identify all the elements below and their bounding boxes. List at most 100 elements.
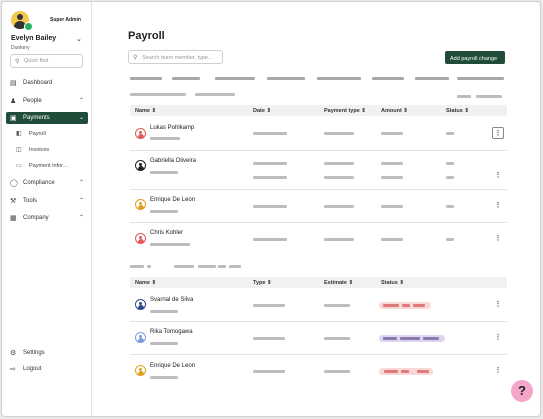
sidebar-item-payments[interactable]: ▣ Payments ⌄ [6, 112, 88, 124]
search-icon: ⚲ [133, 55, 138, 61]
filter-placeholder[interactable] [215, 77, 255, 80]
sidebar-item-label: Company [23, 215, 49, 221]
more-options-icon[interactable]: ⋮ [492, 170, 504, 182]
column-header-date[interactable]: Date ⇕ [253, 108, 271, 114]
user-avatar-icon [135, 299, 146, 310]
column-header-estimate[interactable]: Estimate ⇕ [324, 280, 353, 286]
employee-name: Gabriella Oliveira [150, 158, 197, 164]
table-row[interactable]: Rika Tomogawa ⋮ [130, 322, 507, 355]
table-row[interactable]: Svarnal de Silva ⋮ [130, 289, 507, 322]
table-header: Name ⇕ Type ⇕ Estimate ⇕ Status ⇕ [130, 277, 507, 288]
section-label-placeholder [174, 265, 194, 268]
sidebar-subitem-payment-info[interactable]: ▭ Payment infor… [12, 160, 88, 171]
user-avatar-icon [135, 160, 146, 171]
sidebar-item-tools[interactable]: ⚒ Tools ⌃ [6, 195, 88, 207]
more-options-icon[interactable]: ⋮ [492, 127, 504, 139]
page-title: Payroll [128, 30, 165, 42]
table-row[interactable]: Gabriella Oliveira ⋮ [130, 151, 507, 190]
column-header-payment-type[interactable]: Payment type ⇕ [324, 108, 366, 114]
chevron-down-icon: ⌄ [78, 115, 84, 121]
filter-placeholder[interactable] [172, 77, 200, 80]
sidebar-subitem-label: Payment infor… [29, 163, 69, 169]
quick-find-input[interactable]: ⚲ Quick find [10, 54, 83, 68]
chevron-up-icon: ⌃ [78, 98, 84, 104]
online-status-icon [24, 22, 33, 31]
status-badge [379, 335, 445, 342]
sidebar-subitem-invoices[interactable]: ◫ Invoices [12, 144, 88, 155]
section-label-placeholder [229, 265, 241, 268]
employee-name: Lukas Pohlkamp [150, 125, 195, 131]
folder-icon: ▭ [16, 163, 22, 169]
sidebar-item-label: Settings [23, 350, 45, 356]
user-avatar-icon [135, 365, 146, 376]
column-header-amount[interactable]: Amount ⇕ [381, 108, 408, 114]
add-payroll-change-button[interactable]: Add payroll change [445, 51, 505, 64]
more-options-icon[interactable]: ⋮ [492, 365, 504, 377]
column-header-status[interactable]: Status ⇕ [381, 280, 404, 286]
column-header-type[interactable]: Type ⇕ [253, 280, 272, 286]
section-label-placeholder [198, 265, 216, 268]
section-action-placeholder[interactable] [476, 95, 502, 98]
table-row[interactable]: Enrique De Leon ⋮ [130, 190, 507, 223]
user-avatar-icon [135, 128, 146, 139]
sidebar-subitem-label: Invoices [29, 147, 50, 153]
more-options-icon[interactable]: ⋮ [492, 233, 504, 245]
user-company: Dunkery [11, 45, 30, 51]
app-window: Super Admin Evelyn Bailey ⌄ Dunkery ⚲ Qu… [1, 1, 541, 417]
search-placeholder: Search team member, type... [142, 54, 213, 61]
table-header: Name ⇕ Date ⇕ Payment type ⇕ Amount ⇕ St… [130, 105, 507, 116]
filter-placeholder[interactable] [415, 77, 449, 80]
invoice-icon: ◫ [16, 147, 22, 153]
dashboard-icon: ▤ [10, 80, 17, 87]
sidebar-item-compliance[interactable]: ◯ Compliance ⌃ [6, 177, 88, 189]
table-row[interactable]: Lukas Pohlkamp ⋮ [130, 117, 507, 151]
sidebar-subitem-payroll[interactable]: ◧ Payroll [12, 128, 88, 139]
section-label-placeholder [130, 265, 144, 268]
sidebar-item-people[interactable]: ♟ People ⌃ [6, 95, 88, 107]
search-input[interactable]: ⚲ Search team member, type... [128, 50, 223, 64]
filter-placeholder[interactable] [130, 77, 162, 80]
sidebar-item-label: Logout [23, 366, 42, 372]
filter-placeholder[interactable] [457, 77, 504, 80]
section-label-placeholder [130, 93, 186, 96]
employee-name: Enrique De Leon [150, 197, 196, 203]
sidebar-item-label: People [23, 98, 42, 104]
sidebar-item-settings[interactable]: ⚙ Settings [6, 347, 88, 359]
employee-name: Rika Tomogawa [150, 329, 193, 335]
section-label-placeholder [218, 265, 226, 268]
more-options-icon[interactable]: ⋮ [492, 299, 504, 311]
user-avatar[interactable] [11, 11, 33, 31]
sidebar-item-company[interactable]: ▦ Company ⌃ [6, 212, 88, 224]
sidebar-item-logout[interactable]: ⇨ Logout [6, 363, 88, 375]
filter-placeholder[interactable] [317, 77, 361, 80]
tools-icon: ⚒ [10, 198, 17, 205]
status-badge [379, 302, 431, 309]
filter-placeholder[interactable] [372, 77, 404, 80]
employee-name: Chris Kohler [150, 230, 184, 236]
column-header-name[interactable]: Name ⇕ [135, 108, 156, 114]
status-badge [379, 368, 433, 375]
building-icon: ▦ [10, 215, 17, 222]
chevron-up-icon: ⌃ [78, 215, 84, 221]
table-row[interactable]: Chris Kohler ⋮ [130, 223, 507, 256]
help-button[interactable]: ? [511, 380, 533, 402]
chevron-down-icon[interactable]: ⌄ [76, 35, 82, 43]
column-header-name[interactable]: Name ⇕ [135, 280, 156, 286]
role-badge: Super Admin [50, 17, 81, 23]
document-icon: ◧ [16, 131, 22, 137]
sidebar-item-label: Dashboard [23, 80, 53, 86]
user-name[interactable]: Evelyn Bailey [11, 35, 56, 42]
shield-icon: ◯ [10, 180, 18, 187]
quick-find-placeholder: Quick find [24, 58, 49, 64]
more-options-icon[interactable]: ⋮ [492, 200, 504, 212]
sidebar-item-label: Tools [23, 198, 38, 204]
chevron-up-icon: ⌃ [78, 198, 84, 204]
chevron-up-icon: ⌃ [78, 180, 84, 186]
sidebar-item-dashboard[interactable]: ▤ Dashboard [6, 77, 88, 89]
table-row[interactable]: Enrique De Leon ⋮ [130, 355, 507, 388]
filter-placeholder[interactable] [267, 77, 305, 80]
search-icon: ⚲ [15, 59, 20, 65]
more-options-icon[interactable]: ⋮ [492, 332, 504, 344]
section-action-placeholder[interactable] [457, 95, 471, 98]
column-header-status[interactable]: Status ⇕ [446, 108, 469, 114]
